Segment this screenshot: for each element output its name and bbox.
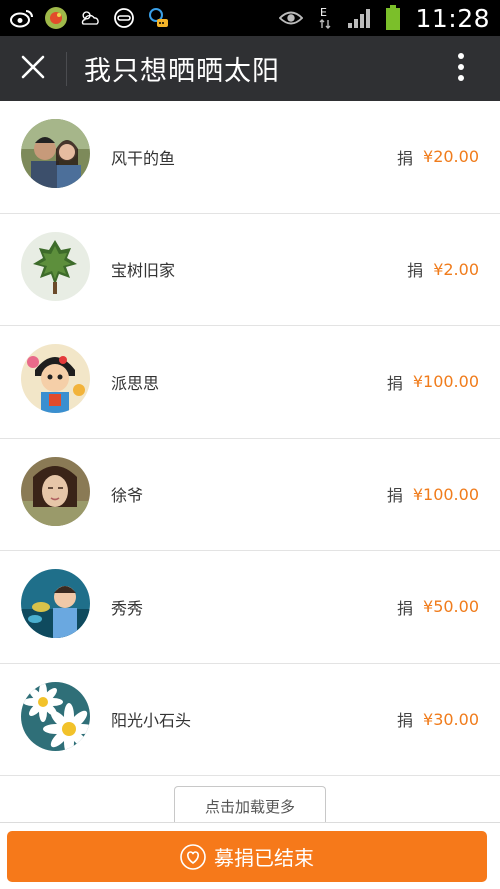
donor-name: 风干的鱼 (111, 148, 176, 168)
bottom-bar: 募捐已结束 (0, 823, 500, 889)
donor-row[interactable]: 秀秀 捐 ¥50.00 (0, 551, 500, 664)
donate-label: 捐 (397, 711, 414, 731)
avatar (21, 456, 90, 526)
title-bar: 我只想晒晒太阳 (0, 36, 500, 101)
avatar (21, 344, 90, 413)
avatar (21, 681, 90, 751)
donor-row[interactable]: 宝树旧家 捐 ¥2.00 (0, 214, 500, 326)
donate-amount: ¥2.00 (433, 259, 479, 279)
donor-name: 宝树旧家 (111, 261, 176, 281)
donation-ended-button[interactable]: 募捐已结束 (7, 831, 487, 882)
donor-name: 阳光小石头 (111, 711, 192, 731)
donate-label: 捐 (407, 261, 424, 281)
donation: 捐 ¥20.00 (397, 145, 479, 169)
avatar (21, 231, 90, 301)
donor-name: 派思思 (111, 373, 160, 393)
status-time: 11:28 (415, 3, 490, 33)
donation: 捐 ¥2.00 (407, 257, 479, 281)
donor-name: 秀秀 (111, 598, 144, 618)
battery-icon (381, 5, 405, 30)
donation: 捐 ¥30.00 (397, 707, 479, 731)
status-bar: E 11:28 (0, 0, 500, 36)
more-vertical-icon (457, 52, 465, 86)
signal-icon (347, 6, 371, 30)
donation-ended-label: 募捐已结束 (214, 846, 314, 870)
donate-label: 捐 (386, 373, 403, 393)
donate-amount: ¥30.00 (423, 709, 479, 729)
donation: 捐 ¥100.00 (387, 370, 479, 394)
eye-icon (279, 6, 304, 30)
donor-row[interactable]: 风干的鱼 捐 ¥20.00 (0, 101, 500, 214)
load-more-button[interactable]: 点击加载更多 (174, 786, 326, 826)
game-icon (44, 6, 68, 30)
donate-amount: ¥50.00 (423, 597, 479, 617)
donate-label: 捐 (397, 598, 414, 618)
donor-row[interactable]: 派思思 捐 ¥100.00 (0, 326, 500, 439)
donation: 捐 ¥50.00 (397, 595, 479, 619)
donate-amount: ¥100.00 (412, 484, 479, 504)
avatar (21, 119, 90, 188)
helmet-icon (112, 6, 136, 30)
donate-amount: ¥20.00 (423, 147, 479, 167)
close-button[interactable] (0, 36, 66, 101)
donor-list: 风干的鱼 捐 ¥20.00 宝树旧家 捐 ¥2.00 派思思 捐 ¥100.00… (0, 101, 500, 776)
close-icon (21, 55, 45, 83)
weather-icon (78, 6, 102, 30)
title-divider (66, 51, 67, 86)
more-button[interactable] (422, 36, 500, 101)
heart-icon (180, 843, 206, 870)
page-title: 我只想晒晒太阳 (84, 56, 280, 87)
network-label: E (320, 6, 327, 19)
donate-amount: ¥100.00 (412, 372, 479, 392)
donate-label: 捐 (397, 148, 414, 168)
donor-name: 徐爷 (111, 486, 144, 506)
donate-label: 捐 (386, 486, 403, 506)
donor-row[interactable]: 阳光小石头 捐 ¥30.00 (0, 664, 500, 776)
weibo-icon (10, 6, 34, 30)
avatar (21, 569, 90, 638)
donor-row[interactable]: 徐爷 捐 ¥100.00 (0, 439, 500, 551)
donation: 捐 ¥100.00 (387, 482, 479, 506)
qq-chat-icon (146, 6, 170, 30)
network-icon: E (313, 6, 337, 30)
